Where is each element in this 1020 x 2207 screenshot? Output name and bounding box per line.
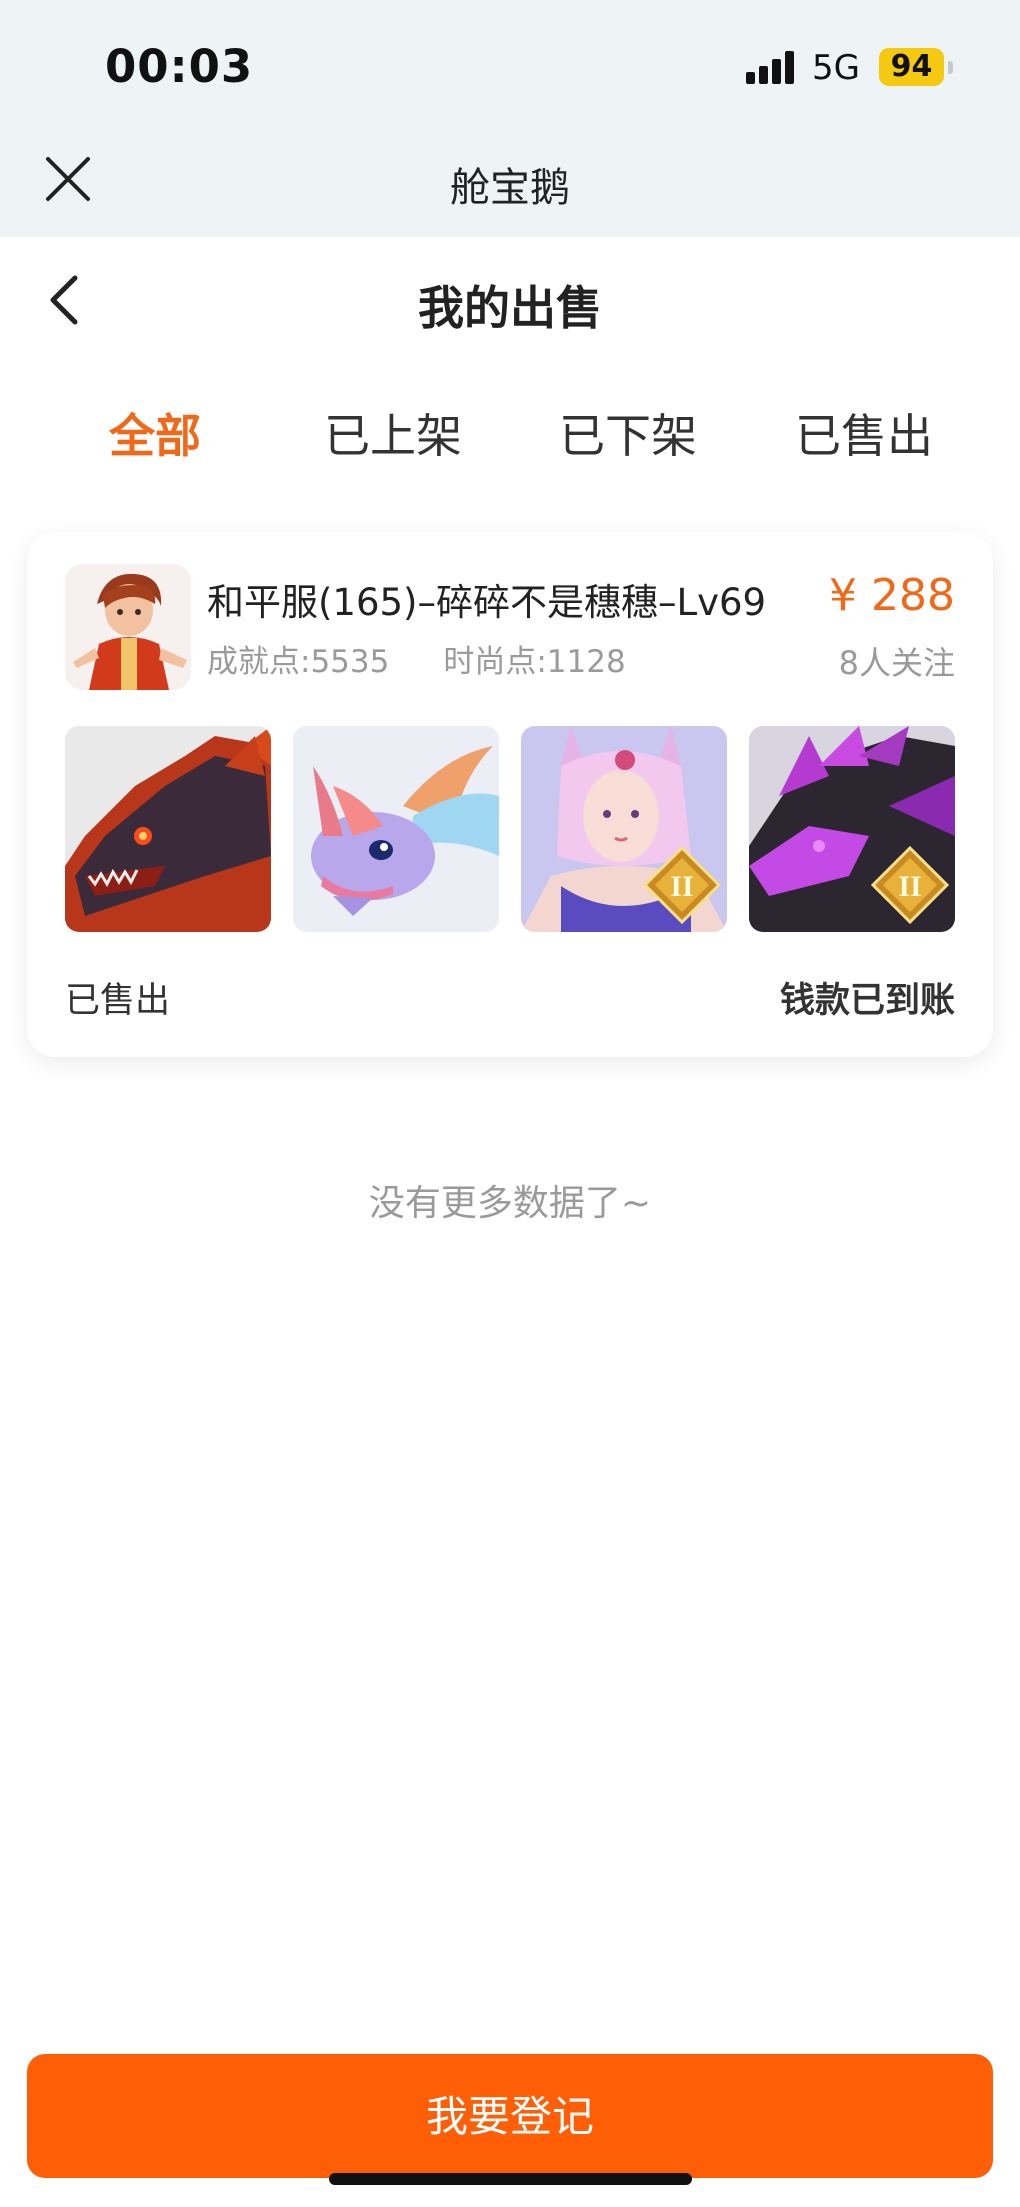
listing-price: ¥ 288 (829, 570, 955, 621)
sale-status: 已售出 (65, 981, 171, 1021)
app-header: 00:03 5G 94 舱宝鹅 (0, 0, 1020, 237)
signal-icon (746, 50, 798, 84)
badge-label: II (670, 870, 693, 903)
page-title: 我的出售 (418, 281, 602, 335)
pastel-dragon-icon[interactable] (293, 726, 499, 932)
rank-badge-icon: II (871, 846, 949, 924)
pet-thumbnails: II II (65, 726, 957, 932)
tab-all[interactable]: 全部 (45, 400, 265, 466)
badge-label: II (898, 870, 921, 903)
fox-girl-icon[interactable]: II (521, 726, 727, 932)
follower-count: 8人关注 (838, 644, 955, 682)
battery-tip (948, 61, 953, 74)
tab-delisted[interactable]: 已下架 (518, 400, 738, 466)
status-time: 00:03 (105, 40, 254, 93)
dark-dragon-icon[interactable] (65, 726, 271, 932)
home-indicator (329, 2173, 692, 2185)
tab-sold[interactable]: 已售出 (754, 400, 974, 466)
payment-status: 钱款已到账 (779, 981, 955, 1021)
listing-stats: 成就点:5535 时尚点:1128 (207, 636, 626, 681)
rank-badge-icon: II (643, 846, 721, 924)
network-type: 5G (812, 48, 860, 88)
purple-dragon-icon[interactable]: II (749, 726, 955, 932)
tab-listed[interactable]: 已上架 (283, 400, 503, 466)
achievement-points: 成就点:5535 (207, 644, 390, 680)
end-of-list-note: 没有更多数据了~ (368, 1183, 652, 1224)
battery-icon: 94 (879, 48, 944, 86)
listing-card[interactable]: 和平服(165)–碎碎不是穗穗–Lv69 成就点:5535 时尚点:1128 ¥ … (27, 532, 993, 1057)
app-title: 舱宝鹅 (450, 165, 570, 211)
character-avatar (65, 564, 191, 690)
register-button[interactable]: 我要登记 (27, 2054, 993, 2178)
status-tabs: 全部 已上架 已下架 已售出 (0, 400, 1020, 470)
listing-title: 和平服(165)–碎碎不是穗穗–Lv69 (207, 581, 767, 624)
fashion-points: 时尚点:1128 (443, 644, 626, 680)
